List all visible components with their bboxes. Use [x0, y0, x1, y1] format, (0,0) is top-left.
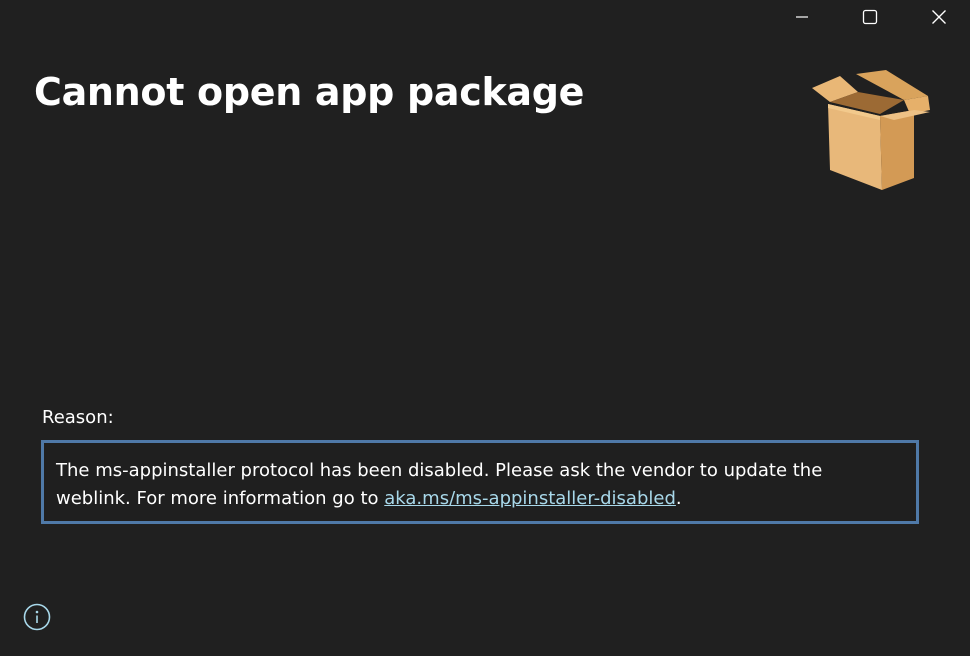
- close-icon: [932, 10, 946, 24]
- info-icon[interactable]: [23, 603, 51, 631]
- maximize-icon: [862, 9, 878, 25]
- reason-box: The ms-appinstaller protocol has been di…: [41, 440, 919, 524]
- minimize-icon: [796, 16, 808, 18]
- close-button[interactable]: [916, 0, 962, 34]
- more-info-link[interactable]: aka.ms/ms-appinstaller-disabled: [384, 488, 676, 509]
- package-box-icon: [812, 70, 930, 190]
- reason-message-end: .: [675, 488, 682, 509]
- page-title: Cannot open app package: [34, 70, 585, 114]
- reason-message: The ms-appinstaller protocol has been di…: [56, 457, 901, 513]
- reason-label: Reason:: [42, 407, 114, 428]
- minimize-button[interactable]: [779, 0, 825, 34]
- maximize-button[interactable]: [847, 0, 893, 34]
- app-installer-window: Cannot open app package Reason: The ms-a…: [0, 0, 970, 656]
